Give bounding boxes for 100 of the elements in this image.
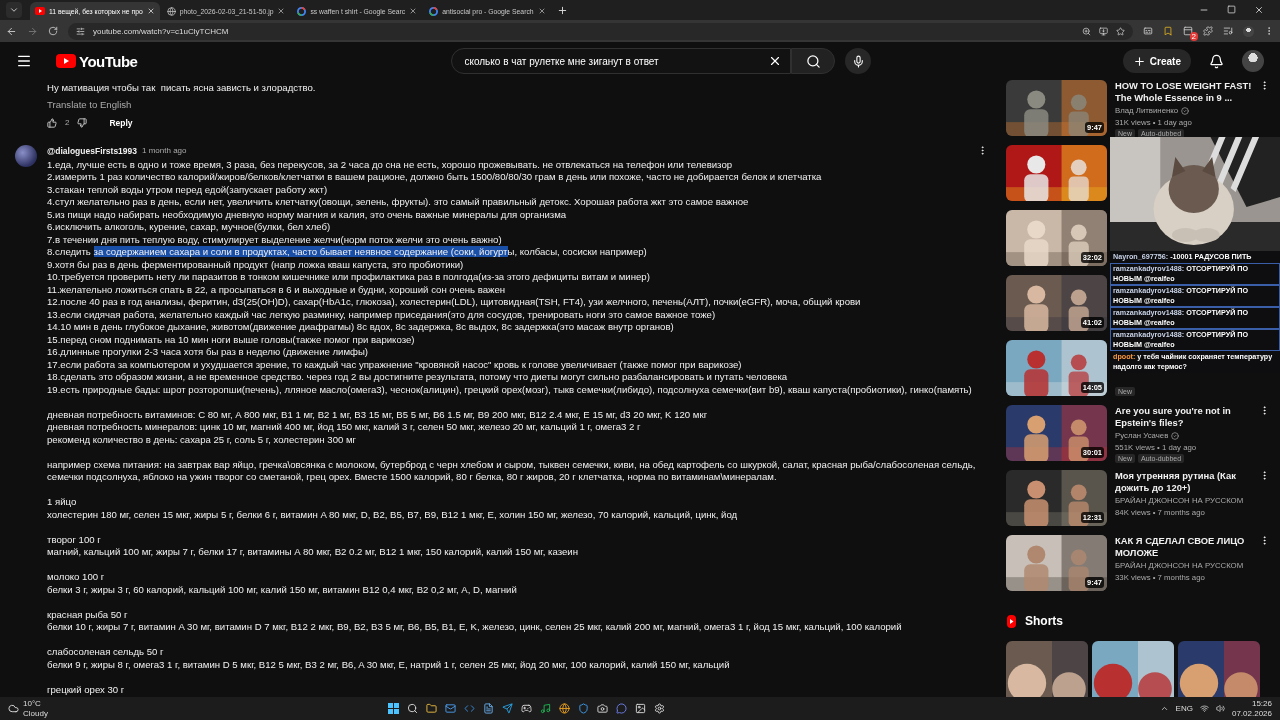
comment-line: 2.измерить 1 раз количество калорий/жиров/белков/клетчатки в вашем рационе, должно быть 1500/80/80/30 грам в день или похоже, часто не добирается белок и клетчатка bbox=[47, 171, 823, 184]
globe-icon bbox=[166, 6, 176, 16]
search-icon[interactable] bbox=[407, 703, 418, 714]
reload-icon[interactable] bbox=[48, 26, 58, 36]
shorts-logo-icon bbox=[1006, 614, 1017, 628]
comment-line: 12.после 40 раз в год анализы, феритин, d3(25(OH)D), сахар(HbA1c, глюкоза), холестерин(LDL), щитовидная(TSH, FT4), узи желчного, печень(АЛТ), почки(eGFR), моча, общий крови bbox=[47, 296, 862, 309]
tray-icon[interactable] bbox=[1159, 704, 1169, 713]
wifi-icon bbox=[1199, 704, 1209, 713]
language-indicator: ENG bbox=[1175, 704, 1193, 713]
star-icon[interactable] bbox=[1116, 26, 1125, 36]
music-icon[interactable] bbox=[540, 703, 551, 714]
mic-button[interactable] bbox=[845, 48, 872, 74]
video-title[interactable]: HOW TO LOSE WEIGHT FAST! The Whole Essence in 9 ... bbox=[1115, 80, 1270, 104]
search-icon bbox=[805, 53, 821, 69]
comment-line: слабосоленая сельдь 50 г bbox=[47, 646, 165, 659]
dislike-icon[interactable] bbox=[77, 117, 88, 128]
comment-line: дневная потребность минералов: цинк 10 мг, магний 400 мг, йод 150 мкг, калий 3 г, селен 50 мкг, железо 20 мг, кальций 1 г, омега3 2 г bbox=[47, 421, 642, 434]
video-title[interactable]: КАК Я СДЕЛАЛ СВОЕ ЛИЦО МОЛОЖЕ bbox=[1115, 535, 1270, 559]
captions-icon[interactable] bbox=[1143, 26, 1153, 36]
video-title[interactable]: Are you sure you're not in Epstein's files? bbox=[1115, 405, 1270, 429]
section-title: Shorts bbox=[1025, 614, 1063, 628]
comment-author[interactable]: @dialoguesFirsts1993 bbox=[47, 145, 138, 156]
shield-icon[interactable] bbox=[578, 703, 589, 714]
extensions-icon[interactable] bbox=[1203, 26, 1213, 36]
comment-line: творог 100 г bbox=[47, 533, 102, 546]
panel-icon[interactable] bbox=[1183, 26, 1193, 36]
search-button[interactable] bbox=[791, 48, 836, 74]
close-icon bbox=[146, 7, 155, 15]
youtube-logo-icon bbox=[35, 7, 45, 15]
gamepad-icon[interactable] bbox=[521, 703, 532, 714]
profile-avatar[interactable] bbox=[1243, 25, 1254, 37]
back-icon[interactable] bbox=[6, 25, 17, 37]
comment-line: рекоменд количество в день: сахара 25 г, соль 5 г, холестерин 300 мг bbox=[47, 433, 358, 446]
like-icon[interactable] bbox=[47, 117, 57, 128]
comment-line: 14.10 мин в день глубокое дыхание, животом(движение диафрагмы) 8с вдох, 8с задержка, 8с выдох, 8с задержка(это масаж внутр органов) bbox=[47, 321, 675, 334]
temperature: 10°C bbox=[23, 698, 42, 709]
site-settings-icon bbox=[76, 26, 85, 36]
comment-line: 3.стакан теплой воды утром перед едой(запускает работу жкт) bbox=[47, 183, 329, 196]
close-icon bbox=[409, 7, 418, 15]
comment-time: 1 month ago bbox=[142, 146, 187, 155]
clock-date: 07.02.2026 bbox=[1231, 708, 1272, 719]
mail-icon[interactable] bbox=[445, 703, 456, 714]
youtube-logo[interactable]: YouTube bbox=[56, 52, 138, 70]
profile-avatar[interactable] bbox=[1242, 50, 1264, 72]
clock-time: 15:26 bbox=[1251, 698, 1272, 709]
avatar bbox=[15, 144, 37, 167]
verified-icon bbox=[1171, 431, 1180, 440]
settings-icon[interactable] bbox=[654, 703, 665, 714]
google-logo-icon bbox=[429, 6, 439, 16]
address-bar[interactable]: youtube.com/watch?v=c1uClyTCHCM bbox=[68, 22, 1133, 40]
search-field[interactable]: сколько в чат рулетке мне зиганут в ответ bbox=[451, 48, 792, 74]
comment-line: дневная потребность витаминов: C 80 мг, A 800 мкг, B1 1 мг, B2 1 мг, B3 15 мг, B5 5 мг, B6 1.5 мг, B9 200 мкг, B12 2.4 мкг, E 15 мг, d3 20 мкг, K 120 мкг bbox=[47, 408, 709, 421]
maximize-icon[interactable] bbox=[1227, 5, 1236, 14]
verified-icon bbox=[1181, 106, 1190, 115]
comment-line: холестерин 180 мг, селен 15 мкг, жиры 5 г, белки 6 г, витамин A 80 мкг, D, B2, B5, B7, B9, B12 1 мкг, E, холин 150 мг, железо, 70 калорий, кальций, цинк, йод bbox=[47, 508, 739, 521]
comment-line: красная рыба 50 г bbox=[47, 608, 129, 621]
media-icon[interactable] bbox=[1223, 26, 1233, 36]
image-icon[interactable] bbox=[635, 703, 646, 714]
close-icon[interactable] bbox=[1254, 5, 1264, 15]
folder-icon[interactable] bbox=[426, 703, 437, 714]
volume-icon[interactable] bbox=[1215, 704, 1225, 713]
comment-line: грецкий орех 30 г bbox=[47, 683, 126, 696]
like-count: 2 bbox=[65, 118, 70, 127]
notifications-icon[interactable] bbox=[1209, 53, 1224, 69]
zoom-icon[interactable] bbox=[1082, 26, 1091, 36]
reply-button[interactable]: Reply bbox=[103, 115, 139, 130]
new-tab-icon[interactable] bbox=[556, 4, 568, 16]
notification-count: 2 bbox=[1189, 32, 1198, 41]
comment-line: 1.еда, лучше есть в одно и тоже время, 3 раза, без перекусов, за 2 часа до сна не есть, хорошо прожевывать. не отвлекаться на телефон или телевизор bbox=[47, 158, 734, 171]
document-icon[interactable] bbox=[483, 703, 494, 714]
tab-list-button[interactable] bbox=[6, 2, 22, 18]
comment-line: 4.стул желательно раз в день, если нет, увеличить клетчатку(овощи, зелень, фрукты). это самый правильный детокс. Хорошая работа жкт это самое важное bbox=[47, 196, 750, 209]
send-icon[interactable] bbox=[502, 703, 513, 714]
globe-icon[interactable] bbox=[559, 703, 570, 714]
comment-line: например схема питания: на завтрак вар яйцо, гречка\овсянка с молоком, бутерброд с черн хлебом и сыром, тыквен семечки, киви, на обед картофель со шкуркой, салат, красная рыба/слабосоленая сельдь, семечки подсолнуха, яблоко на ужин творог со сметаной, грец орех. Вместе 1500 калорий, 80 г белка, 80 г жиров, 20 г клетчатка, норма по витаминам\минералам. bbox=[47, 458, 977, 484]
camera-icon[interactable] bbox=[597, 703, 608, 714]
install-icon[interactable] bbox=[1099, 26, 1108, 36]
menu-icon[interactable] bbox=[16, 53, 32, 69]
comment-line: белки 9 г, жиры 8 г, омега3 1 г, витамин D 5 мкг, B12 5 мкг, B3 2 мг, B6, A 30 мкг, E, натрий 1 г, селен 25 мкг, йод 20 мкг, 100 калорий, калий 150 мг, кальций bbox=[47, 658, 731, 671]
comment-line: 19.есть природные бады: шрот розторопши(печень), лляное масло(омега3), чеснок(алицин), грецкий орех(мозг), тыкв семечки(либидо), подсолнуха семечки(вит b9), кваш капуста(пробиотики), гинко(память) bbox=[47, 383, 973, 396]
comment-line: 15.перед сном поднимать на 10 мин ноги выше головы(также помог при варикозе) bbox=[47, 333, 416, 346]
video-title[interactable]: Моя утренняя рутина (Как дожить до 120+) bbox=[1115, 470, 1270, 494]
comment-line: 17.если работа за компьютером и ухудшается зрение, то каждый час упражнение "кровяной насос" кровь к голове увеличивает (также помог при варикозе) bbox=[47, 358, 743, 371]
chevron-down-icon bbox=[9, 5, 19, 15]
comment-line: белки 10 г, жиры 7 г, витамин A 30 мг, витамин D 7 мкг, B12 2 мкг, B9, B2, B3 5 мг, B6, B5, B1, E, K, железо, цинк, селен 25 мкг, калий 200 мг, магний, омега3 1 г, йод 15 мкг, кальций, 100 калорий bbox=[47, 621, 903, 634]
chat-icon[interactable] bbox=[616, 703, 627, 714]
comment-line: молоко 100 г bbox=[47, 571, 106, 584]
weather-text: Cloudy bbox=[23, 708, 48, 719]
start-icon[interactable] bbox=[388, 703, 399, 714]
comment-line: 10.требуется проверить нету ли паразитов в тонком кишечнике или профилактика раз в полгода(из-за этого дефициты витам и минер) bbox=[47, 271, 651, 284]
forward-icon[interactable] bbox=[27, 25, 38, 37]
translate-link[interactable]: Translate to English bbox=[47, 98, 132, 110]
close-icon bbox=[277, 7, 286, 15]
weather-icon bbox=[8, 703, 19, 714]
create-button[interactable]: Create bbox=[1122, 49, 1191, 73]
comment-line: 1 яйцо bbox=[47, 496, 78, 509]
comment-line: 13.если сидячая работа, желательно каждый час легкую разминку, например приседания(это для сосудов, тренировать ноги это самое важное тоже) bbox=[47, 308, 717, 321]
bookmark-icon[interactable] bbox=[1163, 26, 1173, 36]
comment-line: 11.желательно ложиться спать в 22, а просыпаться в 6 и выходные и будни, хороший сон очень важен bbox=[47, 283, 507, 296]
comment-line: 16.длинные прогулки 2-3 часа хотя бы раз в неделю (движение лимфы) bbox=[47, 346, 370, 359]
